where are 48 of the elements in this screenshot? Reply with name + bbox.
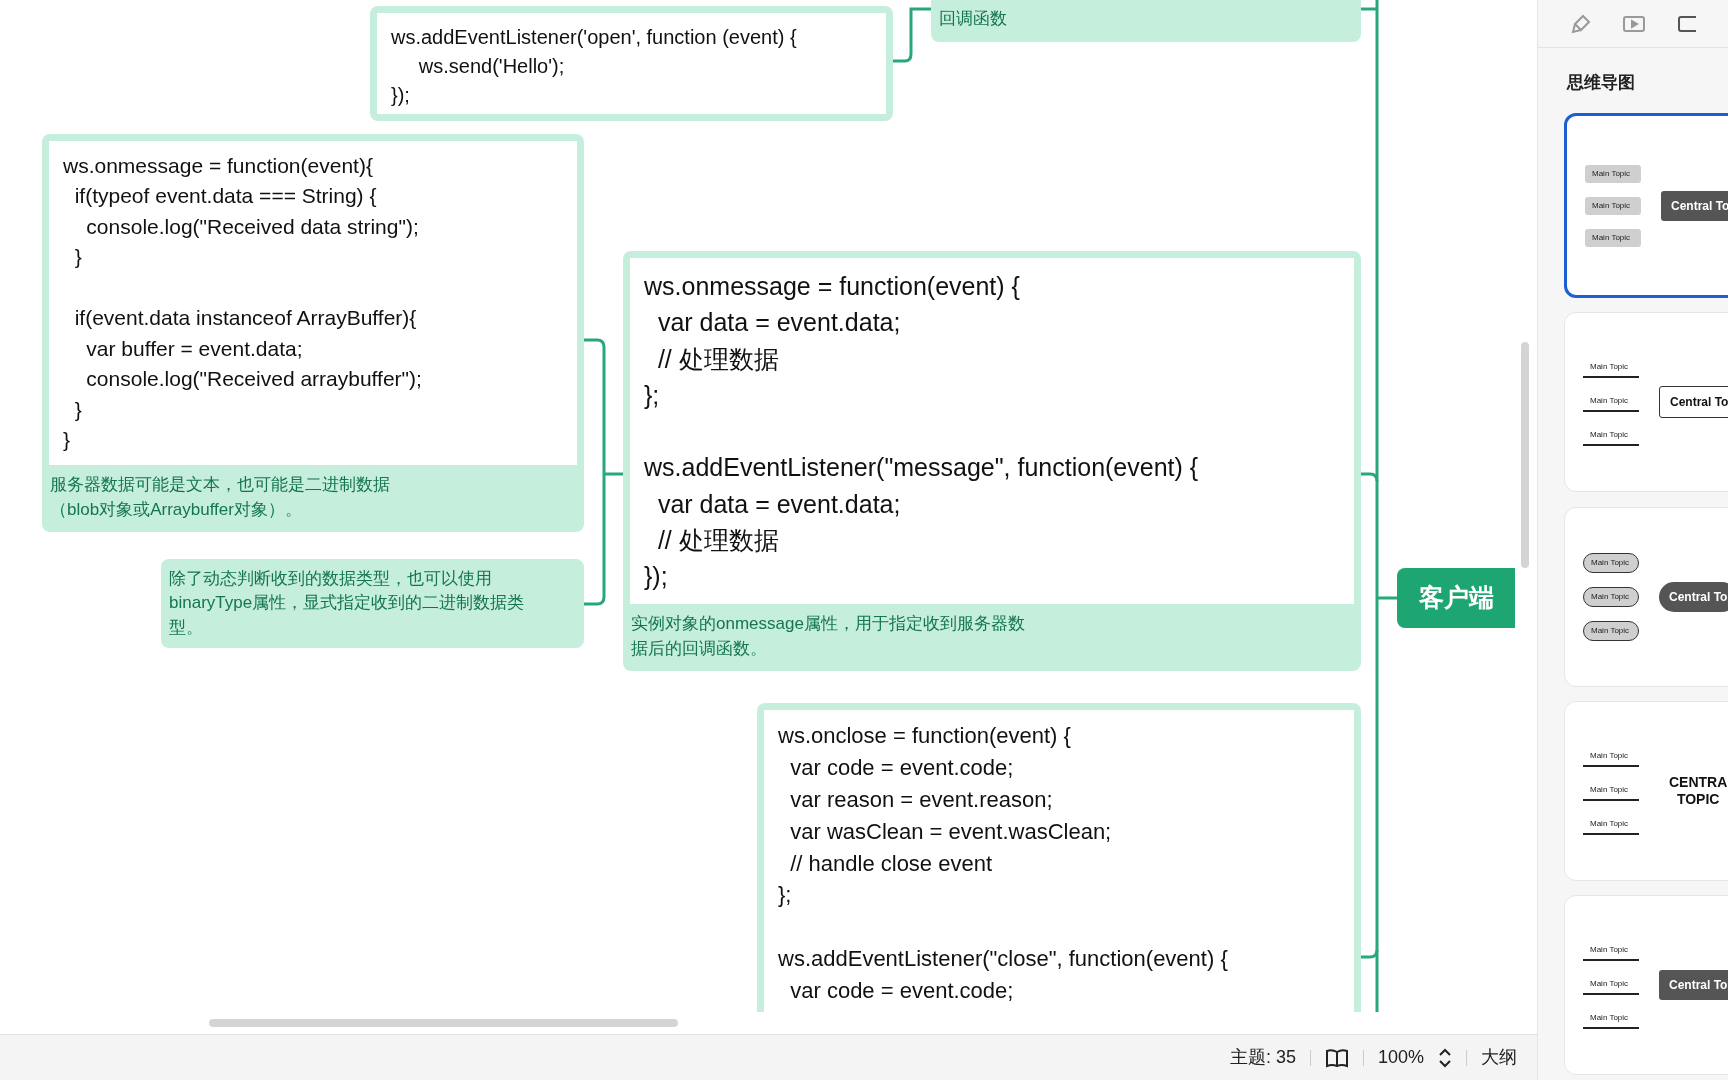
- brush-icon[interactable]: [1570, 12, 1592, 35]
- code-text: ws.onmessage = function(event) { var data = event.data; // 处理数据 }; ws.addEventListener("message", function(event) { var data = event.data; // 处理数据 });: [630, 258, 1354, 605]
- code-topic-card[interactable]: [42, 134, 584, 532]
- main-topic-label: Main Topic: [1583, 781, 1639, 801]
- play-icon[interactable]: [1622, 13, 1646, 34]
- main-topic-label: Main Topic: [1585, 228, 1641, 247]
- code-text: ws.onmessage = function(event){ if(typeof event.data === String) { console.log("Received data string"); } if(event.data instanceof ArrayBuffer){ var buffer = event.data; console.log("Received arraybuffer"); } }: [49, 141, 577, 466]
- topic-count: 主题: 35: [1229, 1046, 1296, 1069]
- map-style-card[interactable]: Main Topic Main Topic Main Topic Central To: [1564, 113, 1728, 298]
- vertical-scrollbar[interactable]: [1521, 342, 1529, 568]
- note-text: 服务器数据可能是文本，也可能是二进制数据（blob对象或Arraybuffer对象）。: [49, 474, 391, 521]
- note-topic-card[interactable]: 回调函数: [931, 0, 1361, 42]
- map-style-card[interactable]: Main Topic Main Topic Main Topic Central To: [1564, 895, 1728, 1075]
- note-topic-card[interactable]: 除了动态判断收到的数据类型，也可以使用binaryType属性，显式指定收到的二进制数据类型。: [161, 559, 584, 648]
- main-topic-label: Main Topic: [1583, 587, 1639, 607]
- main-topic-label: Main Topic: [1583, 553, 1639, 573]
- main-topic-label: Main Topic: [1585, 164, 1641, 183]
- code-text: ws.onclose = function(event) { var code = event.code; var reason = event.reason; var wasClean = event.wasClean; // handle close event }; ws.addEventListener("close", function(event) { var code = event.code;: [764, 710, 1354, 1012]
- note-text: 回调函数: [939, 8, 1007, 31]
- map-style-card[interactable]: Main Topic Main Topic Main Topic CENTRA TOPIC: [1564, 701, 1728, 881]
- note-text: 除了动态判断收到的数据类型，也可以使用binaryType属性，显式指定收到的二进制数据类型。: [169, 567, 526, 639]
- main-topic-label: Main Topic: [1583, 747, 1639, 767]
- main-topic-label: Main Topic: [1583, 392, 1639, 412]
- panel-icon[interactable]: [1676, 13, 1696, 34]
- up-down-chevron-icon[interactable]: [1438, 1046, 1452, 1069]
- main-topic-label: Main Topic: [1583, 621, 1639, 641]
- central-topic-label: Central To: [1659, 582, 1728, 612]
- central-topic-label: Central To: [1659, 970, 1728, 1000]
- main-topic-label: Main Topic: [1583, 941, 1639, 961]
- connector-line: [893, 7, 931, 63]
- main-topic-label: Main Topic: [1585, 196, 1641, 215]
- main-topic-label: Main Topic: [1583, 358, 1639, 378]
- main-topic-label: Main Topic: [1583, 815, 1639, 835]
- map-style-card[interactable]: Main Topic Main Topic Main Topic Central To: [1564, 507, 1728, 687]
- main-topic-label: Main Topic: [1583, 426, 1639, 446]
- outline-button[interactable]: 大纲: [1481, 1044, 1517, 1071]
- book-icon[interactable]: [1324, 1047, 1349, 1068]
- central-topic-label: Central To: [1659, 386, 1728, 418]
- central-topic-label: Central To: [1661, 190, 1728, 221]
- code-topic-card[interactable]: ws.onmessage = function(event) { var data = event.data; // 处理数据 }; ws.addEventListener("message", function(event) { var data = event.data; // 处理数据 }); 实例对象的onmessage属性，用于指定收到服务器数据后的回调函数。: [623, 251, 1361, 671]
- horizontal-scrollbar[interactable]: [209, 1019, 678, 1027]
- note-text: 实例对象的onmessage属性，用于指定收到服务器数据后的回调函数。: [630, 613, 1026, 660]
- main-topic-label: Main Topic: [1583, 975, 1639, 995]
- panel-title: 思维导图: [1567, 72, 1636, 94]
- map-style-card[interactable]: Main Topic Main Topic Main Topic Central To: [1564, 312, 1728, 492]
- zoom-level[interactable]: 100%: [1377, 1044, 1424, 1071]
- main-topic-label: Main Topic: [1583, 1009, 1639, 1029]
- central-topic-label: CENTRA TOPIC: [1668, 773, 1728, 809]
